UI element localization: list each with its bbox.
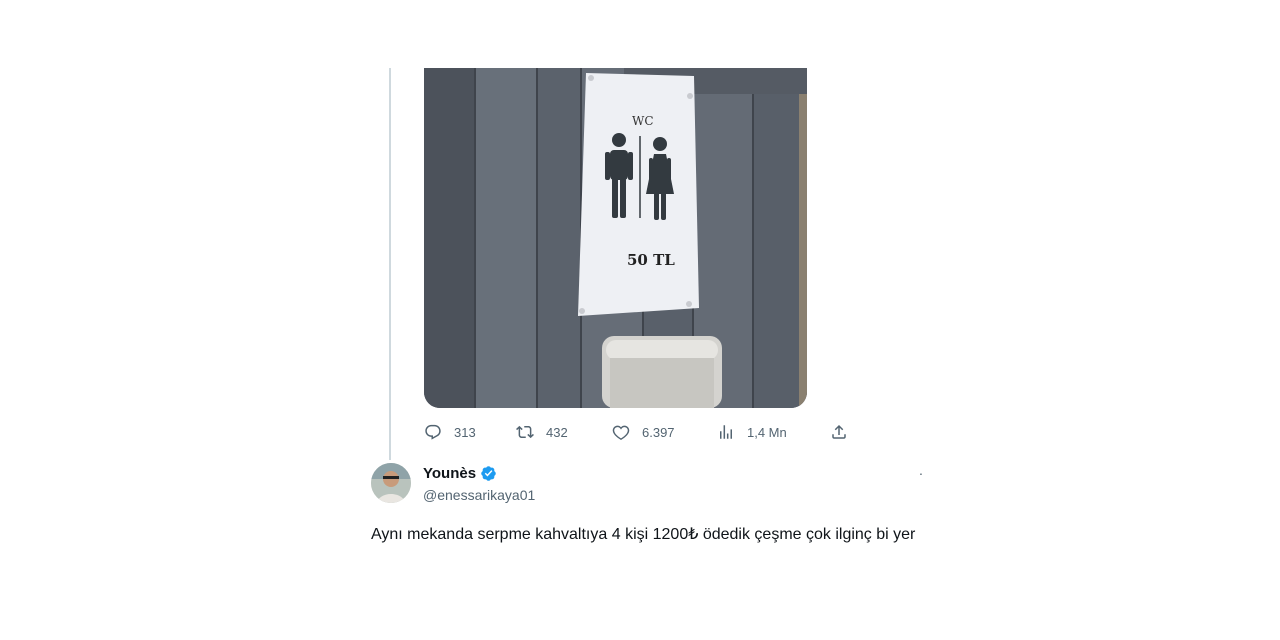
view-count: 1,4 Mn (747, 424, 787, 440)
reply-button[interactable]: 313 (424, 420, 476, 444)
sign-title: WC (632, 114, 654, 128)
bar-chart-icon (720, 425, 732, 439)
more-dots-icon[interactable]: · (911, 463, 931, 483)
author-name[interactable]: Younès (423, 465, 476, 482)
thread-connector-line (389, 68, 391, 460)
tweet-media-photo[interactable]: WC 50 TL (424, 68, 807, 408)
author-name-row: Younès (423, 465, 497, 482)
author-handle[interactable]: @enessarikaya01 (423, 487, 535, 503)
like-count: 6.397 (642, 424, 675, 440)
like-button[interactable]: 6.397 (612, 420, 675, 444)
reply-count: 313 (454, 424, 476, 440)
heart-icon (612, 425, 630, 441)
tweet-text: Aynı mekanda serpme kahvaltıya 4 kişi 12… (371, 526, 916, 543)
share-icon (832, 424, 846, 439)
speech-bubble-icon (425, 424, 441, 440)
verified-badge-icon (481, 466, 496, 481)
share-button[interactable] (830, 420, 848, 444)
avatar[interactable] (371, 463, 411, 503)
wc-sign-photo: WC 50 TL (424, 68, 807, 408)
sign-price: 50 TL (627, 251, 675, 269)
views-button[interactable]: 1,4 Mn (717, 420, 787, 444)
retweet-count: 432 (546, 424, 568, 440)
retweet-icon (516, 425, 534, 439)
tweet-actions-bar: 313 432 6.397 1,4 Mn (424, 420, 864, 444)
retweet-button[interactable]: 432 (516, 420, 568, 444)
